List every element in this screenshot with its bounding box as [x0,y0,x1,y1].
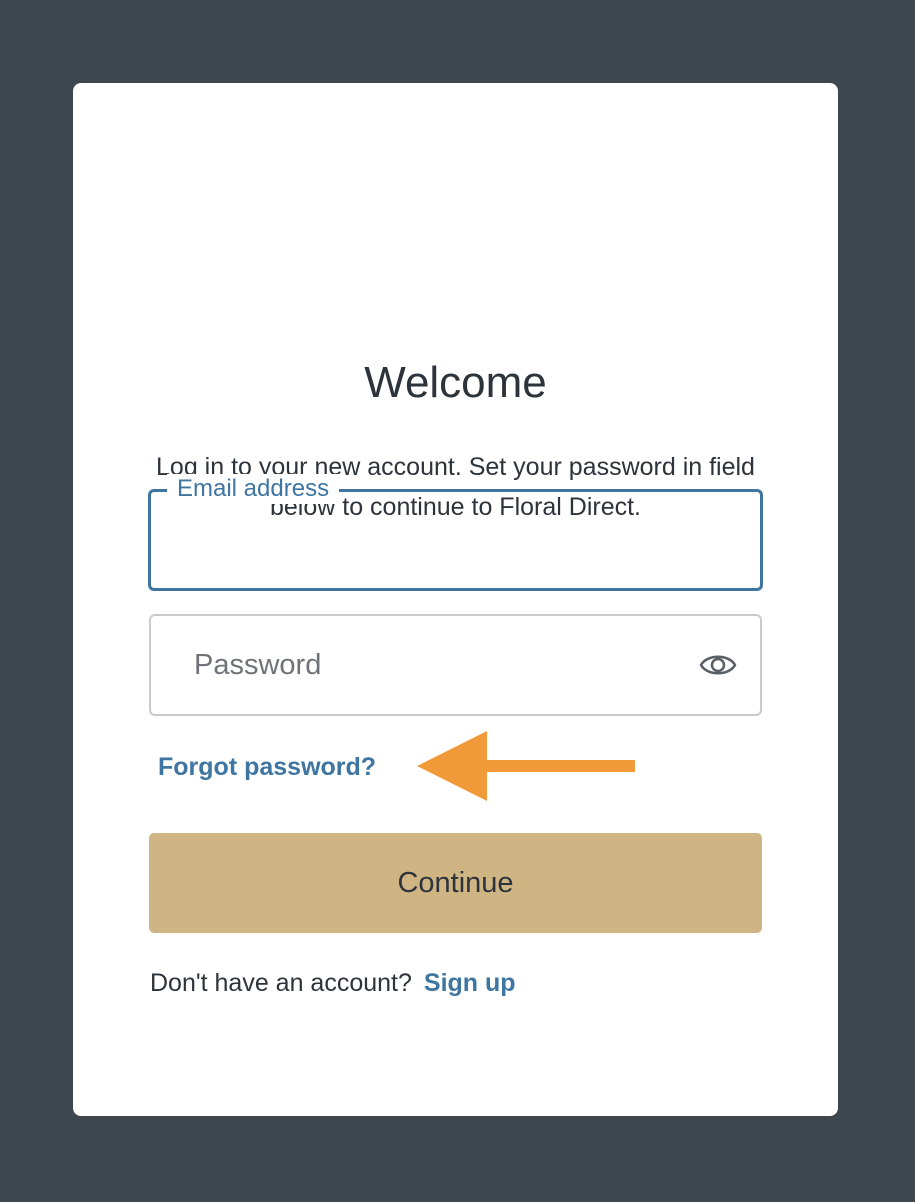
password-field-container[interactable] [149,614,762,716]
forgot-password-link[interactable]: Forgot password? [158,751,376,783]
continue-button[interactable]: Continue [149,833,762,933]
eye-icon [699,655,737,675]
sign-up-link[interactable]: Sign up [424,969,516,997]
signup-row: Don't have an account? Sign up [150,967,516,999]
email-field-container[interactable]: Email address [148,474,763,591]
email-field[interactable] [151,492,760,588]
arrow-left-icon [417,731,635,801]
signup-prompt: Don't have an account? [150,969,412,997]
password-field[interactable] [151,616,691,714]
show-password-button[interactable] [698,648,738,682]
login-card: Welcome Log in to your new account. Set … [73,83,838,1116]
page-title: Welcome [364,358,547,407]
